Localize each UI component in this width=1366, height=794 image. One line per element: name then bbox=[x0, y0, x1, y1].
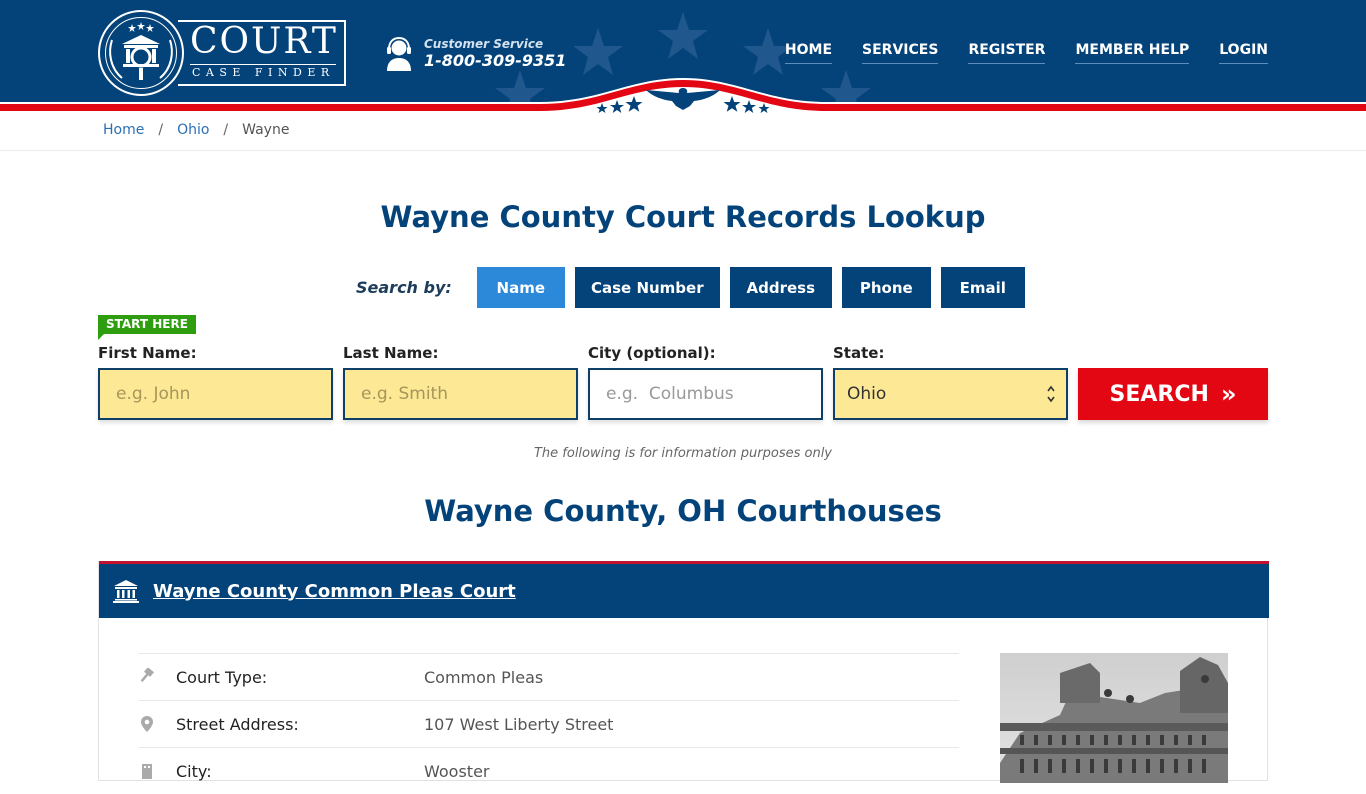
gavel-icon bbox=[140, 668, 154, 683]
breadcrumb-home[interactable]: Home bbox=[103, 122, 144, 138]
info-disclaimer: The following is for information purpose… bbox=[533, 446, 833, 461]
state-select[interactable]: Ohio bbox=[833, 368, 1068, 420]
first-name-field: First Name: bbox=[98, 344, 333, 420]
nav-home[interactable]: HOME bbox=[784, 42, 833, 64]
last-name-field: Last Name: bbox=[343, 344, 578, 420]
map-pin-icon bbox=[141, 716, 153, 732]
select-updown-icon bbox=[1047, 385, 1055, 403]
court-case-finder-logo[interactable]: COURT CASE FINDER bbox=[98, 10, 348, 96]
start-here-badge: START HERE bbox=[98, 315, 196, 340]
nav-register[interactable]: REGISTER bbox=[968, 42, 1046, 64]
nav-services[interactable]: SERVICES bbox=[862, 42, 939, 64]
court-type-value: Common Pleas bbox=[424, 667, 544, 687]
state-label: State: bbox=[833, 344, 885, 362]
nav-member-help[interactable]: MEMBER HELP bbox=[1075, 42, 1190, 64]
courthouse-magnifier-icon bbox=[109, 22, 173, 80]
tab-case-number[interactable]: Case Number bbox=[574, 267, 720, 308]
state-select-value[interactable]: Ohio bbox=[833, 368, 1068, 420]
last-name-input[interactable] bbox=[343, 368, 578, 420]
courthouse-photo bbox=[1000, 653, 1228, 783]
city-value: Wooster bbox=[424, 761, 490, 781]
breadcrumb-separator: / bbox=[158, 122, 164, 138]
site-header: COURT CASE FINDER Customer Service 1-800… bbox=[0, 0, 1366, 115]
search-button-label: SEARCH bbox=[1109, 381, 1209, 407]
first-name-input[interactable] bbox=[98, 368, 333, 420]
court-type-label: Court Type: bbox=[176, 667, 268, 687]
courthouse-icon bbox=[113, 580, 139, 603]
court-card: Wayne County Common Pleas Court Court Ty… bbox=[98, 561, 1269, 783]
search-by-tabs: Search by: Name Case Number Address Phon… bbox=[356, 267, 1035, 308]
court-detail-row: Street Address: 107 West Liberty Street bbox=[139, 700, 959, 747]
nav-login[interactable]: LOGIN bbox=[1219, 42, 1268, 64]
breadcrumb-current: Wayne bbox=[242, 122, 290, 138]
logo-title: COURT bbox=[190, 21, 338, 62]
breadcrumb-separator: / bbox=[223, 122, 229, 138]
court-name-link[interactable]: Wayne County Common Pleas Court bbox=[153, 581, 516, 602]
court-detail-row: City: Wooster bbox=[139, 747, 959, 794]
street-address-label: Street Address: bbox=[176, 714, 299, 734]
courthouse-building-image bbox=[1000, 653, 1228, 783]
tab-email[interactable]: Email bbox=[940, 267, 1025, 308]
city-label: City: bbox=[176, 761, 212, 781]
double-chevron-right-icon: » bbox=[1220, 380, 1237, 408]
search-by-label: Search by: bbox=[356, 278, 452, 297]
customer-service-label: Customer Service bbox=[424, 37, 544, 51]
street-address-value: 107 West Liberty Street bbox=[424, 714, 614, 734]
logo-emblem bbox=[98, 10, 184, 96]
customer-service-phone[interactable]: 1-800-309-9351 bbox=[424, 51, 566, 70]
tab-address[interactable]: Address bbox=[729, 267, 832, 308]
city-label: City (optional): bbox=[588, 344, 716, 362]
last-name-label: Last Name: bbox=[343, 344, 439, 362]
building-icon bbox=[142, 764, 152, 779]
court-card-header: Wayne County Common Pleas Court bbox=[99, 561, 1269, 618]
city-input[interactable] bbox=[588, 368, 823, 420]
breadcrumb: Home / Ohio / Wayne bbox=[103, 122, 289, 138]
breadcrumb-divider bbox=[0, 150, 1366, 151]
tab-name[interactable]: Name bbox=[476, 267, 565, 308]
breadcrumb-ohio[interactable]: Ohio bbox=[177, 122, 209, 138]
court-detail-row: Court Type: Common Pleas bbox=[139, 653, 959, 700]
main-nav: HOME SERVICES REGISTER MEMBER HELP LOGIN bbox=[784, 42, 1268, 64]
search-button[interactable]: SEARCH » bbox=[1078, 368, 1268, 420]
logo-subtitle: CASE FINDER bbox=[192, 66, 335, 79]
city-field: City (optional): bbox=[588, 344, 823, 420]
page-title: Wayne County Court Records Lookup bbox=[380, 200, 986, 234]
state-field: State: Ohio bbox=[833, 344, 1068, 420]
headset-support-icon bbox=[387, 37, 411, 71]
tab-phone[interactable]: Phone bbox=[841, 267, 931, 308]
courthouses-title: Wayne County, OH Courthouses bbox=[424, 494, 942, 528]
first-name-label: First Name: bbox=[98, 344, 197, 362]
